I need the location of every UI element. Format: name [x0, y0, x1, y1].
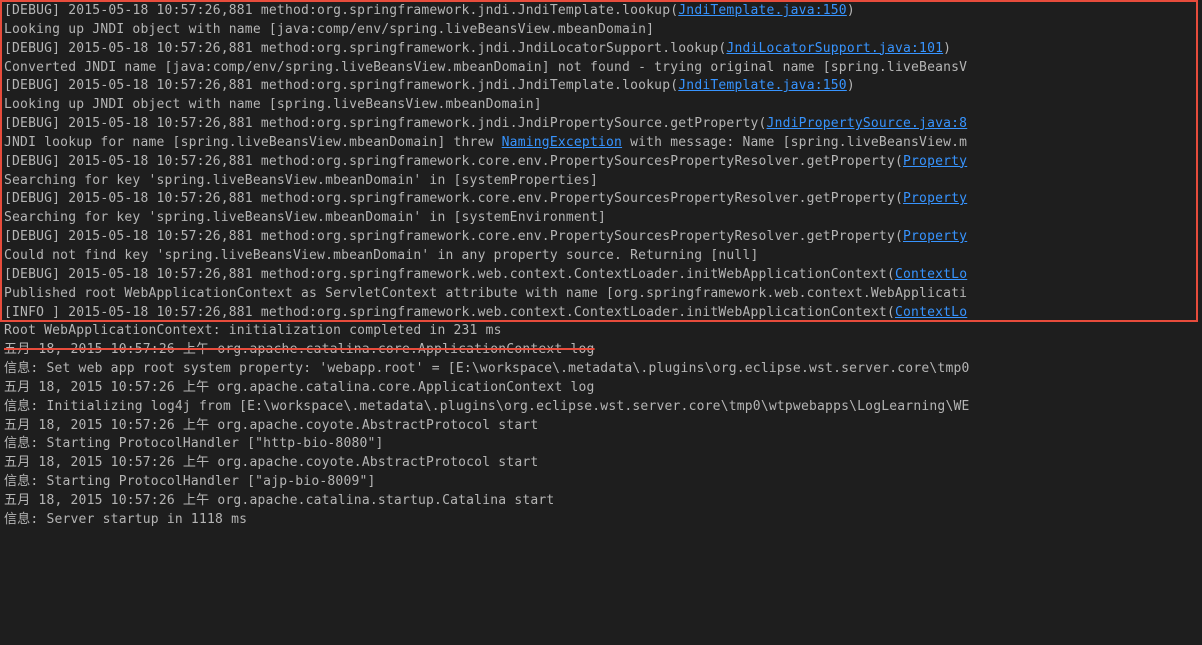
log-line: [DEBUG] 2015-05-18 10:57:26,881 method:o… [4, 115, 1198, 134]
source-link[interactable]: JndiLocatorSupport.java:101 [726, 41, 943, 56]
log-line: 信息: Server startup in 1118 ms [4, 511, 1198, 530]
log-level: DEBUG [12, 78, 52, 93]
log-body: ] 2015-05-18 10:57:26,881 method:org.spr… [52, 229, 903, 244]
console-output: [DEBUG] 2015-05-18 10:57:26,881 method:o… [0, 0, 1202, 532]
log-level: DEBUG [12, 154, 52, 169]
log-line: Searching for key 'spring.liveBeansView.… [4, 209, 1198, 228]
text-segment: JNDI lookup for name [spring.liveBeansVi… [4, 135, 502, 150]
log-body: ] 2015-05-18 10:57:26,881 method:org.spr… [52, 41, 726, 56]
exception-link[interactable]: NamingException [502, 135, 622, 150]
log-line: 信息: Set web app root system property: 'w… [4, 360, 1198, 379]
bracket-open: [ [4, 191, 12, 206]
bracket-open: [ [4, 305, 12, 320]
log-body: ] 2015-05-18 10:57:26,881 method:org.spr… [52, 267, 895, 282]
log-line: 信息: Starting ProtocolHandler ["http-bio-… [4, 435, 1198, 454]
bracket-open: [ [4, 3, 12, 18]
log-line: [INFO ] 2015-05-18 10:57:26,881 method:o… [4, 304, 1198, 323]
log-line: 五月 18, 2015 10:57:26 上午 org.apache.catal… [4, 379, 1198, 398]
log-level: DEBUG [12, 229, 52, 244]
log-line: [DEBUG] 2015-05-18 10:57:26,881 method:o… [4, 266, 1198, 285]
log-level: DEBUG [12, 116, 52, 131]
source-link[interactable]: Property [903, 191, 967, 206]
log-line: 五月 18, 2015 10:57:26 上午 org.apache.catal… [4, 492, 1198, 511]
log-line: Searching for key 'spring.liveBeansView.… [4, 172, 1198, 191]
paren-close: ) [943, 41, 951, 56]
log-line: Could not find key 'spring.liveBeansView… [4, 247, 1198, 266]
source-link[interactable]: ContextLo [895, 305, 967, 320]
bracket-open: [ [4, 116, 12, 131]
log-line: [DEBUG] 2015-05-18 10:57:26,881 method:o… [4, 2, 1198, 21]
source-link[interactable]: JndiTemplate.java:150 [678, 78, 847, 93]
log-line: Converted JNDI name [java:comp/env/sprin… [4, 59, 1198, 78]
source-link[interactable]: ContextLo [895, 267, 967, 282]
log-line: 信息: Starting ProtocolHandler ["ajp-bio-8… [4, 473, 1198, 492]
struck-text: 五月 18, 2015 10:57:26 上午 org.apache.catal… [4, 342, 595, 357]
log-level: DEBUG [12, 267, 52, 282]
log-level: DEBUG [12, 3, 52, 18]
log-line: [DEBUG] 2015-05-18 10:57:26,881 method:o… [4, 190, 1198, 209]
bracket-open: [ [4, 41, 12, 56]
log-level: INFO [12, 305, 52, 320]
log-line: JNDI lookup for name [spring.liveBeansVi… [4, 134, 1198, 153]
log-body: ] 2015-05-18 10:57:26,881 method:org.spr… [52, 78, 678, 93]
text-segment: with message: Name [spring.liveBeansView… [622, 135, 967, 150]
log-body: ] 2015-05-18 10:57:26,881 method:org.spr… [52, 116, 766, 131]
log-line: [DEBUG] 2015-05-18 10:57:26,881 method:o… [4, 228, 1198, 247]
log-body: ] 2015-05-18 10:57:26,881 method:org.spr… [52, 3, 678, 18]
log-level: DEBUG [12, 41, 52, 56]
source-link[interactable]: JndiPropertySource.java:8 [767, 116, 968, 131]
source-link[interactable]: Property [903, 154, 967, 169]
log-line: [DEBUG] 2015-05-18 10:57:26,881 method:o… [4, 153, 1198, 172]
source-link[interactable]: JndiTemplate.java:150 [678, 3, 847, 18]
log-line: 五月 18, 2015 10:57:26 上午 org.apache.catal… [4, 341, 1198, 360]
log-line: [DEBUG] 2015-05-18 10:57:26,881 method:o… [4, 40, 1198, 59]
bracket-open: [ [4, 78, 12, 93]
log-line: 五月 18, 2015 10:57:26 上午 org.apache.coyot… [4, 417, 1198, 436]
source-link[interactable]: Property [903, 229, 967, 244]
log-body: ] 2015-05-18 10:57:26,881 method:org.spr… [52, 305, 895, 320]
bracket-open: [ [4, 267, 12, 282]
paren-close: ) [847, 3, 855, 18]
log-body: ] 2015-05-18 10:57:26,881 method:org.spr… [52, 191, 903, 206]
log-line: [DEBUG] 2015-05-18 10:57:26,881 method:o… [4, 77, 1198, 96]
log-line: Looking up JNDI object with name [spring… [4, 96, 1198, 115]
log-lines-container[interactable]: [DEBUG] 2015-05-18 10:57:26,881 method:o… [4, 2, 1198, 530]
log-level: DEBUG [12, 191, 52, 206]
log-line: Root WebApplicationContext: initializati… [4, 322, 1198, 341]
log-line: Published root WebApplicationContext as … [4, 285, 1198, 304]
log-line: 五月 18, 2015 10:57:26 上午 org.apache.coyot… [4, 454, 1198, 473]
log-line: 信息: Initializing log4j from [E:\workspac… [4, 398, 1198, 417]
bracket-open: [ [4, 154, 12, 169]
log-body: ] 2015-05-18 10:57:26,881 method:org.spr… [52, 154, 903, 169]
bracket-open: [ [4, 229, 12, 244]
paren-close: ) [847, 78, 855, 93]
log-line: Looking up JNDI object with name [java:c… [4, 21, 1198, 40]
